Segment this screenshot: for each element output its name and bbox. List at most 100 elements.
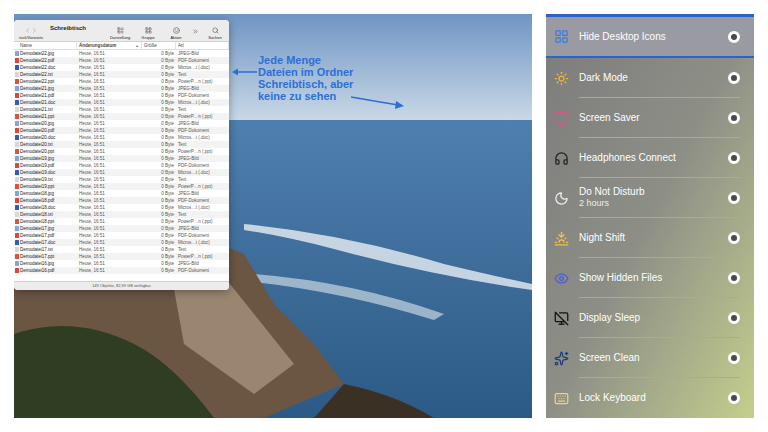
switch-row[interactable]: Hide Desktop Icons (546, 17, 754, 58)
file-icon (15, 184, 19, 189)
file-row[interactable]: Demodatei22.pptHeute, 16:510 BytePowerP…… (14, 78, 229, 85)
switch-row[interactable]: Display Sleep (546, 298, 754, 338)
switch-row[interactable]: Dark Mode (546, 58, 754, 98)
file-icon (15, 128, 19, 133)
file-row[interactable]: Demodatei18.txtHeute, 16:510 ByteText (14, 211, 229, 218)
file-row[interactable]: Demodatei20.docHeute, 16:510 ByteMicros…… (14, 134, 229, 141)
file-icon (15, 191, 19, 196)
toggle[interactable] (728, 272, 740, 284)
toggle[interactable] (728, 232, 740, 244)
arrow-left-icon (232, 67, 258, 77)
forward-icon[interactable] (31, 27, 38, 34)
file-row[interactable]: Demodatei20.pptHeute, 16:510 BytePowerP…… (14, 148, 229, 155)
toggle[interactable] (728, 31, 740, 43)
switch-label: Headphones Connect (579, 152, 676, 164)
switch-row[interactable]: Show Hidden Files (546, 258, 754, 298)
file-row[interactable]: Demodatei22.pdfHeute, 16:510 BytePDF-Dok… (14, 57, 229, 64)
file-row[interactable]: Demodatei19.pdfHeute, 16:510 BytePDF-Dok… (14, 162, 229, 169)
switch-row[interactable]: Lock Keyboard (546, 378, 754, 418)
file-icon (15, 86, 19, 91)
file-row[interactable]: Demodatei19.jpgHeute, 16:510 ByteJPEG-Bi… (14, 155, 229, 162)
file-row[interactable]: Demodatei21.txtHeute, 16:510 ByteText (14, 106, 229, 113)
toolbar-icon[interactable] (212, 27, 219, 34)
file-row[interactable]: Demodatei17.pptHeute, 16:510 BytePowerP…… (14, 253, 229, 260)
toggle[interactable] (728, 192, 740, 204)
file-icon (15, 156, 19, 161)
more-icon[interactable] (192, 28, 199, 35)
switch-label: Night Shift (579, 232, 625, 244)
file-row[interactable]: Demodatei21.pptHeute, 16:510 BytePowerP…… (14, 113, 229, 120)
switch-icon (554, 351, 569, 366)
toolbar-icon[interactable] (117, 27, 124, 34)
toggle[interactable] (728, 72, 740, 84)
switch-label: Hide Desktop Icons (579, 31, 666, 43)
desktop: rück/Vorwärts Schreibtisch DarstellungGrup… (14, 14, 532, 418)
toolbar-item[interactable]: Suchen (203, 25, 227, 41)
file-row[interactable]: Demodatei17.txtHeute, 16:510 ByteText (14, 246, 229, 253)
file-icon (15, 107, 19, 112)
switch-row[interactable]: Night Shift (546, 218, 754, 258)
toggle[interactable] (728, 352, 740, 364)
toolbar-icon[interactable] (173, 27, 180, 34)
column-heading[interactable]: Größe (142, 42, 176, 50)
toolbar: rück/Vorwärts Schreibtisch DarstellungGrup… (14, 20, 229, 42)
file-row[interactable]: Demodatei19.docHeute, 16:510 ByteMicros…… (14, 169, 229, 176)
file-row[interactable]: Demodatei17.docHeute, 16:510 ByteMicros…… (14, 239, 229, 246)
toolbar-item[interactable]: Aktion (164, 25, 188, 41)
file-row[interactable]: Demodatei18.pdfHeute, 16:510 BytePDF-Dok… (14, 197, 229, 204)
toolbar-item[interactable]: Gruppe (136, 25, 160, 41)
file-row[interactable]: Demodatei18.pptHeute, 16:510 BytePowerP…… (14, 218, 229, 225)
file-row[interactable]: Demodatei17.jpgHeute, 16:510 ByteJPEG-Bi… (14, 225, 229, 232)
column-heading[interactable]: Änderungsdatum⌄ (77, 42, 142, 50)
switch-row[interactable]: Screen Saver (546, 98, 754, 138)
file-icon (15, 233, 19, 238)
switch-row[interactable]: Headphones Connect (546, 138, 754, 178)
column-heading[interactable]: Name (14, 42, 77, 50)
toggle[interactable] (728, 112, 740, 124)
window-title: Schreibtisch (50, 24, 86, 32)
page: rück/Vorwärts Schreibtisch DarstellungGrup… (0, 0, 768, 432)
toolbar-item[interactable]: rück/Vorwärts (16, 25, 46, 41)
toggle[interactable] (728, 152, 740, 164)
file-icon (15, 65, 19, 70)
file-icon (15, 247, 19, 252)
file-row[interactable]: Demodatei22.docHeute, 16:510 ByteMicros…… (14, 64, 229, 71)
file-icon (15, 205, 19, 210)
back-icon[interactable] (24, 27, 31, 34)
file-row[interactable]: Demodatei16.jpgHeute, 16:510 ByteJPEG-Bi… (14, 260, 229, 267)
switch-row[interactable]: Screen Clean (546, 338, 754, 378)
file-row[interactable]: Demodatei22.jpgHeute, 16:510 ByteJPEG-Bi… (14, 50, 229, 57)
switch-icon (554, 71, 569, 86)
switch-panel: Hide Desktop Icons Dark ModeScreen Saver H… (546, 14, 754, 418)
annotation-text: Jede MengeDateien im OrdnerSchreibtisch,… (258, 54, 353, 102)
switch-label: Do Not Disturb (579, 186, 645, 198)
finder-window[interactable]: rück/Vorwärts Schreibtisch DarstellungGrup… (14, 20, 229, 290)
file-row[interactable]: Demodatei19.txtHeute, 16:510 ByteText (14, 176, 229, 183)
arrow-right-icon (350, 94, 404, 110)
file-row[interactable]: Demodatei22.txtHeute, 16:510 ByteText (14, 71, 229, 78)
file-row[interactable]: Demodatei20.jpgHeute, 16:510 ByteJPEG-Bi… (14, 120, 229, 127)
switch-label: Display Sleep (579, 312, 640, 324)
file-row[interactable]: Demodatei21.jpgHeute, 16:510 ByteJPEG-Bi… (14, 85, 229, 92)
file-row[interactable]: Demodatei20.pdfHeute, 16:510 BytePDF-Dok… (14, 127, 229, 134)
file-row[interactable]: Demodatei19.pptHeute, 16:510 BytePowerP…… (14, 183, 229, 190)
file-row[interactable]: Demodatei16.pdfHeute, 16:510 BytePDF-Dok… (14, 267, 229, 274)
file-icon (15, 51, 19, 56)
column-header: NameÄnderungsdatum⌄GrößeArt (14, 42, 229, 50)
file-row[interactable]: Demodatei21.docHeute, 16:510 ByteMicros…… (14, 99, 229, 106)
switch-icon (554, 391, 569, 406)
toolbar-icon[interactable] (145, 27, 152, 34)
switch-label: Lock Keyboard (579, 392, 646, 404)
file-row[interactable]: Demodatei17.pdfHeute, 16:510 BytePDF-Dok… (14, 232, 229, 239)
file-icon (15, 268, 19, 273)
file-row[interactable]: Demodatei20.txtHeute, 16:510 ByteText (14, 141, 229, 148)
column-heading[interactable]: Art (176, 42, 229, 50)
file-row[interactable]: Demodatei21.pdfHeute, 16:510 BytePDF-Dok… (14, 92, 229, 99)
toggle[interactable] (728, 392, 740, 404)
file-row[interactable]: Demodatei18.docHeute, 16:510 ByteMicros…… (14, 204, 229, 211)
toggle[interactable] (728, 312, 740, 324)
toolbar-item[interactable]: Darstellung (108, 25, 132, 41)
file-icon (15, 142, 19, 147)
file-row[interactable]: Demodatei18.jpgHeute, 16:510 ByteJPEG-Bi… (14, 190, 229, 197)
switch-row[interactable]: Do Not Disturb2 hours (546, 178, 754, 218)
